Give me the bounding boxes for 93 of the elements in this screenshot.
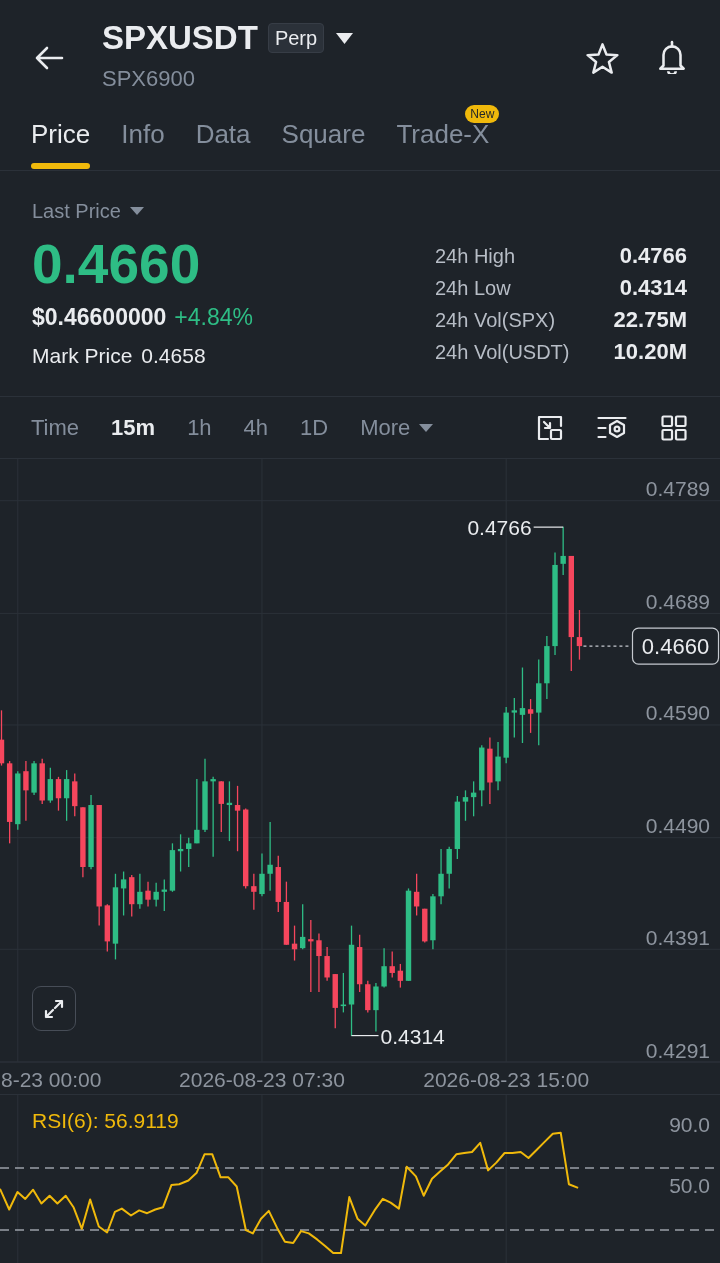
candlestick	[316, 932, 322, 993]
mark-price-label: Mark Price	[32, 344, 133, 368]
candlestick	[218, 780, 224, 833]
interval-option[interactable]: Time	[31, 414, 80, 441]
candlestick	[39, 758, 45, 805]
candlestick	[300, 903, 306, 950]
candlestick	[560, 526, 566, 576]
candlestick	[422, 908, 428, 944]
stat-label: 24h Vol(USDT)	[435, 340, 571, 364]
box-arrow-icon[interactable]	[537, 414, 563, 441]
time-axis-label: 2026-08-23 07:30	[179, 1067, 345, 1091]
candlestick	[373, 982, 379, 1033]
stat-value: 22.75M	[613, 307, 687, 333]
stat-value: 10.20M	[613, 339, 687, 365]
stat-label: 24h High	[435, 244, 517, 268]
symbol-subtitle: SPX6900	[102, 67, 196, 91]
candlestick	[137, 873, 143, 910]
candlestick	[80, 806, 86, 878]
rsi-axis-label: 90.0	[669, 1112, 710, 1136]
interval-option[interactable]: 15m	[111, 414, 156, 441]
lines-hexagon-icon[interactable]	[597, 416, 627, 439]
candlestick	[511, 697, 517, 739]
symbol-title: SPXUSDT	[102, 20, 258, 56]
candlestick	[487, 736, 493, 805]
interval-option[interactable]: 1D	[300, 414, 329, 441]
price-axis-label: 0.4490	[645, 814, 710, 838]
caret-icon[interactable]	[336, 32, 354, 44]
price-axis-label: 0.4391	[645, 925, 710, 949]
rsi-axis-label: 50.0	[669, 1173, 710, 1197]
candlestick	[267, 821, 273, 892]
tab[interactable]: Info	[121, 105, 165, 170]
grid-icon[interactable]	[661, 414, 687, 441]
candlestick	[576, 609, 583, 661]
bell-icon[interactable]	[657, 40, 687, 74]
candlestick	[544, 635, 550, 700]
low-price-label: 0.4314	[380, 1024, 445, 1048]
candlestick	[129, 874, 135, 918]
candlestick	[503, 706, 509, 764]
price-axis-label: 0.4291	[645, 1038, 710, 1062]
candlestick	[186, 837, 192, 868]
candlestick	[275, 855, 281, 913]
mark-price: 0.4658	[141, 344, 206, 368]
candlestick	[259, 852, 265, 897]
tab[interactable]: Data	[195, 105, 251, 170]
candlestick	[381, 947, 387, 989]
candlestick	[145, 881, 151, 908]
stat-label: 24h Vol(SPX)	[435, 308, 557, 332]
stat-value: 0.4314	[619, 275, 687, 301]
candlestick	[438, 848, 444, 905]
high-price-label: 0.4766	[467, 516, 532, 540]
candlestick	[23, 760, 29, 822]
candlestick	[446, 846, 452, 890]
candlestick	[251, 873, 257, 911]
price-axis-label: 0.4789	[645, 477, 710, 501]
price-axis-label: 0.4590	[645, 701, 710, 725]
candlestick	[324, 946, 330, 982]
interval-option[interactable]: 1h	[187, 414, 212, 441]
tab[interactable]: Square	[281, 105, 366, 170]
candlestick	[365, 980, 371, 1014]
star-icon[interactable]	[586, 43, 619, 74]
candlestick	[332, 973, 338, 1029]
interval-option[interactable]: 4h	[243, 414, 269, 441]
leader-line	[350, 1035, 380, 1037]
candlestick	[15, 770, 21, 831]
usd-price: $0.46600000	[32, 304, 167, 330]
candlestick	[479, 744, 485, 807]
candlestick	[495, 741, 501, 791]
last-price: 0.4660	[32, 236, 201, 292]
stat-label: 24h Low	[435, 276, 512, 300]
candlestick	[161, 878, 167, 912]
candlestick	[104, 903, 110, 953]
time-axis-label: 2026-08-23 15:00	[423, 1067, 590, 1091]
stat-value: 0.4766	[619, 243, 687, 269]
contract-badge: Perp	[267, 23, 325, 53]
price-type-dropdown[interactable]: Last Price	[32, 199, 144, 223]
new-badge: New	[465, 105, 500, 123]
candlestick	[430, 893, 436, 950]
price-change: +4.84%	[174, 304, 253, 330]
candlestick	[153, 882, 159, 908]
candlestick	[194, 778, 200, 844]
price-axis-label: 0.4689	[645, 589, 710, 613]
candlestick	[389, 950, 395, 979]
time-axis-label: 8-23 00:00	[1, 1067, 102, 1091]
back-arrow-icon[interactable]	[34, 46, 64, 70]
candlestick	[72, 772, 78, 817]
ref-line-label: 0.4660	[641, 633, 710, 659]
rsi-label: RSI(6): 56.9119	[32, 1108, 179, 1132]
expand-button[interactable]	[32, 986, 76, 1031]
tab[interactable]: Price	[31, 105, 91, 170]
last-price-tag: 0.4660	[631, 627, 720, 665]
leader-line	[533, 526, 564, 528]
candlestick	[31, 760, 37, 796]
interval-option[interactable]: More	[360, 414, 434, 441]
